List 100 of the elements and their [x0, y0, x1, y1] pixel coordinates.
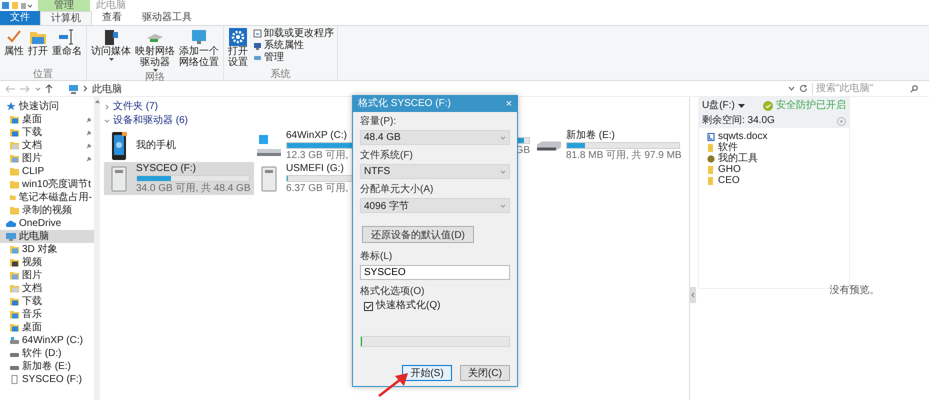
nav-item[interactable]: 笔记本磁盘占用- — [0, 191, 94, 204]
dropdown-caret-icon[interactable] — [788, 86, 795, 92]
search-icon — [910, 84, 918, 92]
ribbon-tab[interactable]: 计算机 — [40, 11, 92, 25]
nav-item[interactable]: 桌面 — [0, 321, 94, 334]
nav-item[interactable]: 下载 — [0, 295, 94, 308]
collapse-handle-icon[interactable] — [690, 287, 696, 303]
dialog-button[interactable]: 开始(S) — [402, 365, 452, 381]
dropdown-field[interactable]: 4096 字节 — [360, 198, 510, 213]
ribbon-button[interactable]: 打开 — [27, 28, 49, 69]
file-item[interactable]: 软件 — [707, 142, 841, 153]
nav-item[interactable]: CLIP — [0, 165, 94, 178]
nav-item[interactable]: win10亮度调节t — [0, 178, 94, 191]
scrollbar[interactable] — [94, 97, 100, 400]
nav-item[interactable]: 软件 (D:) — [0, 347, 94, 360]
free-space: 剩余空间: 34.0G — [702, 115, 775, 127]
dropdown-field[interactable]: NTFS — [360, 164, 510, 179]
nav-item[interactable]: 音乐 — [0, 308, 94, 321]
dropdown-caret-icon — [500, 204, 506, 208]
nav-item[interactable]: 64WinXP (C:) — [0, 334, 94, 347]
restore-defaults-button[interactable]: 还原设备的默认值(D) — [362, 226, 474, 243]
program-icon — [253, 29, 262, 38]
drive-tile[interactable]: 新加卷 (E:) 81.8 MB 可用, 共 97.9 MB — [534, 129, 684, 162]
refresh-icon[interactable] — [799, 84, 808, 93]
folder-icon — [10, 128, 19, 137]
drive-icon — [10, 336, 19, 345]
annotation-arrow — [377, 372, 409, 398]
ribbon-button[interactable]: 属性 — [3, 28, 25, 69]
folder-icon — [10, 284, 19, 293]
folder-icon — [10, 245, 19, 254]
pin-icon[interactable] — [86, 130, 92, 136]
nav-item[interactable]: SYSCEO (F:) — [0, 373, 94, 386]
nav-item[interactable]: 图片 — [0, 152, 94, 165]
section-header[interactable]: 设备和驱动器 (6) — [104, 114, 188, 128]
file-tab[interactable]: 文件 — [0, 11, 40, 25]
field-label: 容量(P): — [360, 116, 398, 128]
nav-item[interactable]: 文档 — [0, 282, 94, 295]
file-item[interactable]: CEO — [707, 175, 841, 186]
drive-icon — [256, 134, 282, 156]
ribbon-button[interactable]: 打开 设置 — [227, 28, 249, 69]
ribbon-button[interactable]: 映射网络 驱动器 — [134, 28, 176, 72]
ribbon-small-button[interactable]: 系统属性 — [253, 40, 334, 51]
ribbon-tab[interactable]: 查看 — [92, 11, 132, 25]
drive-tile[interactable]: 我的手机 — [104, 129, 254, 162]
folder-icon — [707, 144, 715, 152]
ribbon-button[interactable]: 重命名 — [51, 28, 83, 69]
nav-item[interactable]: 此电脑 — [0, 230, 94, 243]
nav-item[interactable]: 快速访问 — [0, 100, 94, 113]
ribbon-small-button[interactable]: 卸载或更改程序 — [253, 28, 334, 39]
scroll-up-icon[interactable] — [94, 99, 100, 103]
chevron-icon — [104, 104, 110, 110]
field-label: 卷标(L) — [360, 251, 394, 263]
drive-name: 64WinXP (C:) — [286, 130, 347, 141]
drive-tile[interactable]: SYSCEO (F:) 34.0 GB 可用, 共 48.4 GB — [104, 162, 254, 195]
quick-access-toolbar-icon[interactable] — [2, 1, 32, 10]
nav-item[interactable]: 图片 — [0, 269, 94, 282]
computer-icon — [253, 41, 262, 50]
nav-item[interactable]: 新加卷 (E:) — [0, 360, 94, 373]
nav-item[interactable]: 3D 对象 — [0, 243, 94, 256]
folder-icon — [10, 271, 19, 280]
folder-icon — [10, 297, 19, 306]
nav-item[interactable]: OneDrive — [0, 217, 94, 230]
nav-item[interactable]: 文档 — [0, 139, 94, 152]
drive-name: SYSCEO (F:) — [136, 163, 196, 174]
file-item[interactable]: sqwts.docx — [707, 131, 841, 142]
ribbon-group-label: 位置 — [32, 69, 54, 80]
chevron-icon — [104, 118, 110, 124]
drive-usage: 81.8 MB 可用, 共 97.9 MB — [566, 150, 682, 161]
dialog-title: 格式化 SYSCEO (F:) — [358, 96, 451, 111]
nav-item[interactable]: 桌面 — [0, 113, 94, 126]
cloud-icon — [6, 219, 16, 228]
ribbon-button[interactable]: 添加一个 网络位置 — [178, 28, 220, 72]
file-item[interactable]: GHO — [707, 164, 841, 175]
context-tab[interactable]: 管理 — [38, 0, 90, 11]
ribbon-tab[interactable]: 驱动器工具 — [132, 11, 202, 25]
file-item[interactable]: 我的工具 — [707, 153, 841, 164]
ribbon-button[interactable]: 访问媒体 — [90, 28, 132, 72]
monitor-icon — [189, 28, 209, 46]
computer-icon — [68, 84, 79, 94]
computer-management-icon — [253, 53, 262, 62]
caret-icon[interactable] — [738, 104, 745, 108]
drive-name: 新加卷 (E:) — [566, 130, 615, 141]
folder-icon — [10, 154, 19, 163]
ribbon-small-button[interactable]: 管理 — [253, 52, 334, 63]
folder-icon — [10, 323, 19, 332]
folder-icon — [10, 258, 19, 267]
checkbox-label[interactable]: 快速格式化(Q) — [376, 300, 440, 312]
nav-item[interactable]: 视频 — [0, 256, 94, 269]
pin-icon[interactable] — [86, 156, 92, 162]
checkbox[interactable] — [364, 302, 373, 310]
nav-item[interactable]: 下载 — [0, 126, 94, 139]
section-header[interactable]: 文件夹 (7) — [104, 100, 158, 114]
address-path[interactable]: 此电脑 — [92, 82, 122, 96]
drive-label[interactable]: U盘(F:) — [702, 100, 735, 112]
dialog-button[interactable]: 关闭(C) — [460, 365, 510, 381]
pin-icon[interactable] — [86, 116, 92, 122]
pin-icon[interactable] — [86, 142, 92, 148]
volume-label-field[interactable]: SYSCEO — [360, 265, 510, 280]
nav-item[interactable]: 录制的视频 — [0, 204, 94, 217]
field-label: 文件系统(F) — [360, 150, 414, 162]
